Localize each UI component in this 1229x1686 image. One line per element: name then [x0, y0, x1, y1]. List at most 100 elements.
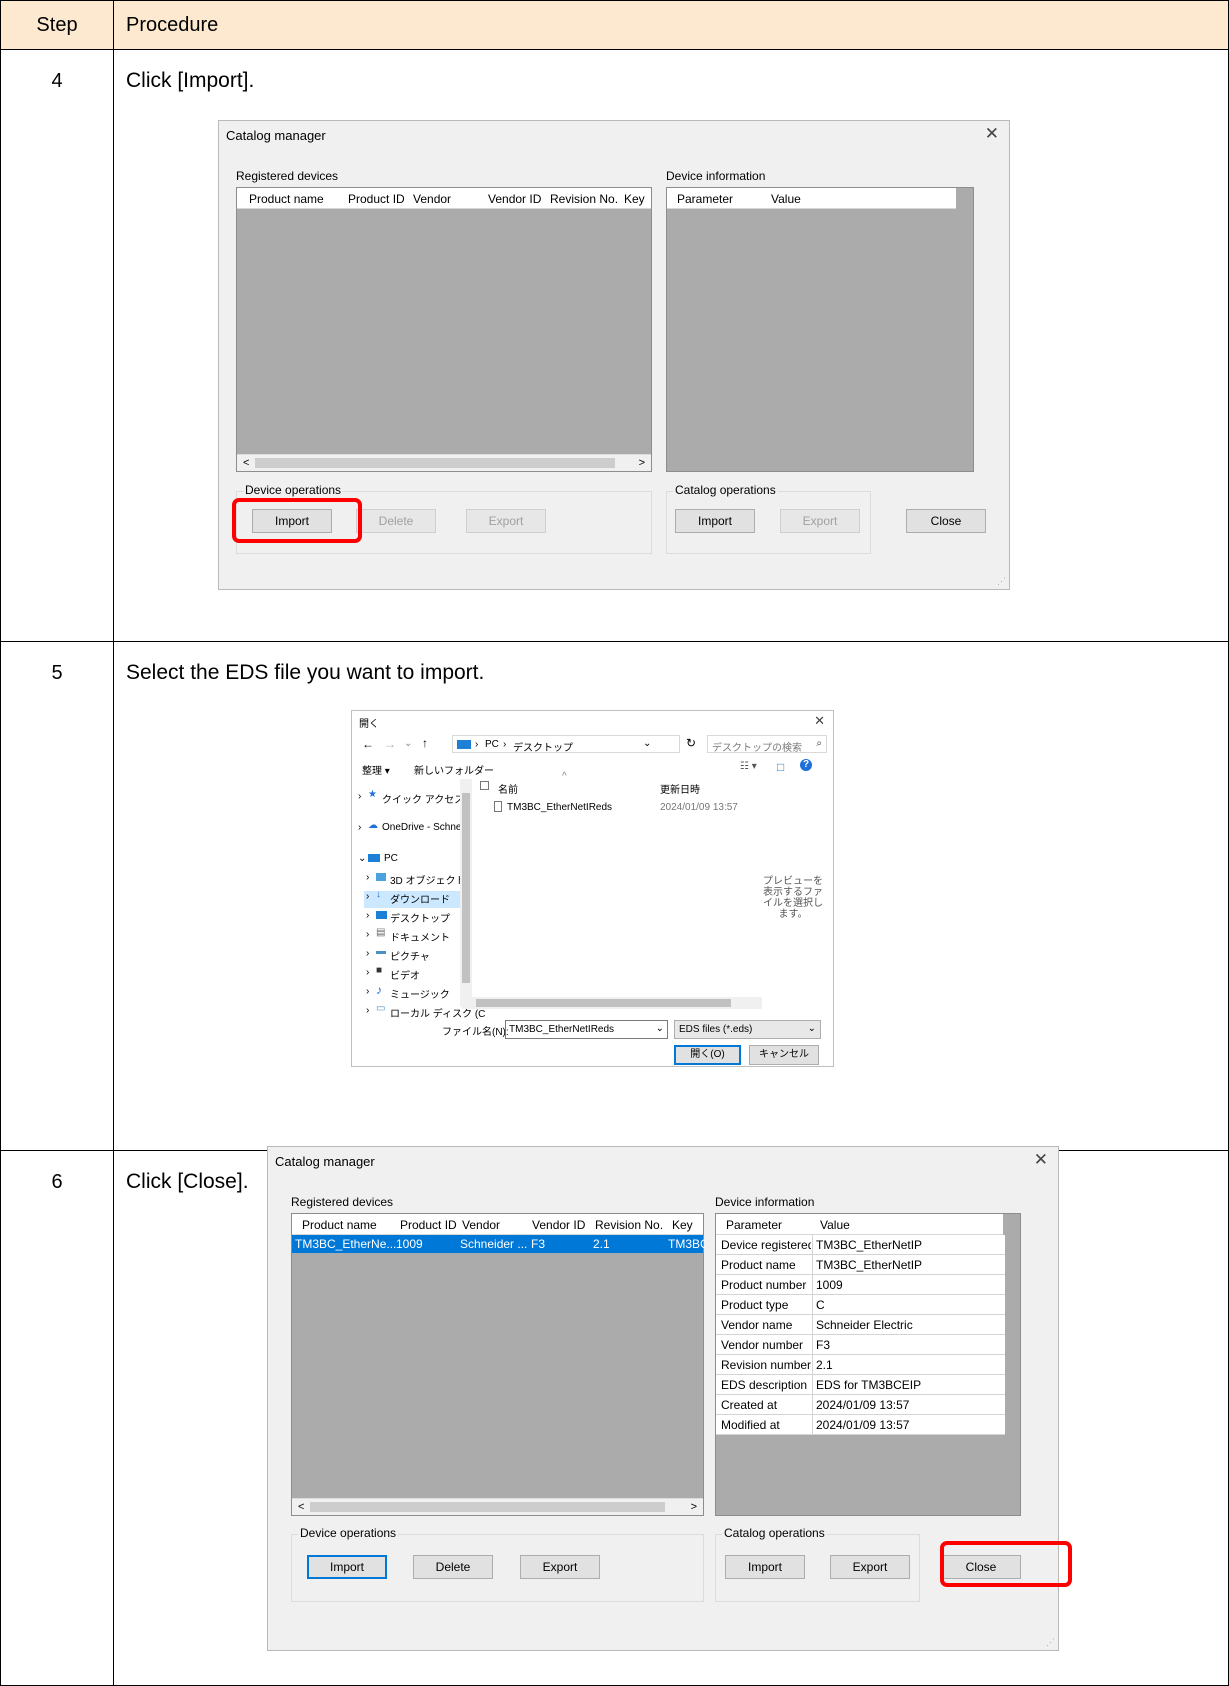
nav-item-onedrive[interactable]: OneDrive - Schnei — [382, 822, 464, 833]
column-header[interactable]: Vendor ID — [488, 192, 541, 206]
import-button[interactable]: Import — [307, 1555, 387, 1579]
table-row[interactable]: Created at 2024/01/09 13:57 — [716, 1395, 1005, 1415]
expand-icon[interactable]: › — [366, 872, 369, 883]
table-row[interactable]: Revision number 2.1 — [716, 1355, 1005, 1375]
organize-menu[interactable]: 整理 ▾ — [362, 762, 390, 777]
vertical-scrollbar[interactable] — [460, 779, 472, 1007]
column-header[interactable]: Value — [771, 192, 801, 206]
nav-item-music[interactable]: ミュージック — [390, 986, 450, 1001]
table-row[interactable]: Modified at 2024/01/09 13:57 — [716, 1415, 1005, 1435]
column-header[interactable]: Value — [820, 1218, 850, 1232]
nav-item-desktop[interactable]: デスクトップ — [390, 910, 450, 925]
delete-button[interactable]: Delete — [413, 1555, 493, 1579]
column-header[interactable]: Vendor — [413, 192, 451, 206]
new-folder-button[interactable]: 新しいフォルダー — [414, 762, 494, 777]
expand-icon[interactable]: › — [358, 791, 361, 802]
table-row[interactable]: Product name TM3BC_EtherNetIP — [716, 1255, 1005, 1275]
help-icon[interactable]: ? — [800, 759, 812, 771]
collapse-icon[interactable]: ⌄ — [358, 853, 366, 864]
registered-devices-list[interactable]: Product name Product ID Vendor Vendor ID… — [291, 1213, 705, 1516]
column-header[interactable]: Key — [624, 192, 645, 206]
path-desktop[interactable]: デスクトップ — [513, 739, 573, 754]
horizontal-scrollbar[interactable] — [462, 997, 762, 1009]
resize-grip-icon[interactable]: ⋰ — [1046, 1637, 1055, 1648]
horizontal-scrollbar[interactable]: < > — [292, 1498, 703, 1515]
column-header[interactable]: Parameter — [726, 1218, 782, 1232]
resize-grip-icon[interactable]: ⋰ — [997, 576, 1006, 587]
file-item-name[interactable]: TM3BC_EtherNetIReds — [507, 802, 612, 813]
delete-button[interactable]: Delete — [356, 509, 436, 533]
nav-item-3d-objects[interactable]: 3D オブジェクト — [390, 872, 466, 887]
path-pc[interactable]: PC — [485, 739, 499, 750]
scroll-right-icon[interactable]: > — [639, 457, 645, 469]
nav-item-downloads[interactable]: ダウンロード — [390, 891, 450, 906]
table-row[interactable]: EDS description EDS for TM3BCEIP — [716, 1375, 1005, 1395]
expand-icon[interactable]: › — [366, 910, 369, 921]
column-modified[interactable]: 更新日時 — [660, 781, 700, 796]
filename-input[interactable]: TM3BC_EtherNetIReds ⌄ — [505, 1020, 668, 1039]
scroll-right-icon[interactable]: > — [691, 1501, 697, 1513]
nav-item-pictures[interactable]: ピクチャ — [390, 948, 430, 963]
table-row[interactable]: Product type C — [716, 1295, 1005, 1315]
column-header[interactable]: Product ID — [348, 192, 405, 206]
expand-icon[interactable]: › — [366, 891, 369, 902]
close-icon[interactable]: ✕ — [814, 713, 825, 729]
table-row[interactable]: Device registered... TM3BC_EtherNetIP — [716, 1235, 1005, 1255]
expand-icon[interactable]: › — [366, 948, 369, 959]
export-button[interactable]: Export — [466, 509, 546, 533]
column-name[interactable]: 名前 — [498, 781, 518, 796]
scroll-thumb[interactable] — [462, 793, 470, 983]
up-icon[interactable]: ↑ — [422, 736, 428, 750]
column-header[interactable]: Revision No. — [595, 1218, 663, 1232]
device-information-list[interactable]: Parameter Value Device registered... TM3B… — [715, 1213, 1021, 1516]
filename-dropdown-icon[interactable]: ⌄ — [656, 1023, 664, 1034]
table-row[interactable]: Vendor name Schneider Electric — [716, 1315, 1005, 1335]
expand-icon[interactable]: › — [366, 986, 369, 997]
filetype-select[interactable]: EDS files (*.eds) ⌄ — [674, 1020, 821, 1039]
expand-icon[interactable]: › — [366, 1005, 369, 1016]
nav-item-quick-access[interactable]: クイック アクセス — [382, 791, 464, 806]
export-button[interactable]: Export — [520, 1555, 600, 1579]
refresh-icon[interactable]: ↻ — [686, 736, 696, 750]
forward-icon[interactable]: → — [384, 737, 396, 751]
catalog-export-button[interactable]: Export — [780, 509, 860, 533]
registered-devices-list[interactable]: Product name Product ID Vendor Vendor ID… — [236, 187, 652, 472]
view-options-icon[interactable]: ☷ ▾ — [740, 761, 757, 772]
close-icon[interactable]: ✕ — [1034, 1150, 1048, 1170]
address-dropdown-icon[interactable]: ⌄ — [643, 738, 651, 749]
scroll-thumb[interactable] — [310, 1502, 665, 1512]
column-header[interactable]: Parameter — [677, 192, 733, 206]
cancel-button[interactable]: キャンセル — [749, 1045, 819, 1065]
close-icon[interactable]: ✕ — [985, 124, 999, 144]
expand-icon[interactable]: › — [366, 929, 369, 940]
horizontal-scrollbar[interactable]: < > — [237, 454, 651, 471]
column-header[interactable]: Product name — [249, 192, 324, 206]
open-button[interactable]: 開く(O) — [674, 1045, 741, 1065]
search-input[interactable]: デスクトップの検索 ⌕ — [707, 735, 827, 754]
column-header[interactable]: Product ID — [400, 1218, 457, 1232]
expand-icon[interactable]: › — [358, 822, 361, 833]
back-icon[interactable]: ← — [362, 737, 374, 751]
close-button[interactable]: Close — [906, 509, 986, 533]
device-information-list[interactable]: Parameter Value — [666, 187, 974, 472]
column-header[interactable]: Vendor ID — [532, 1218, 585, 1232]
scroll-left-icon[interactable]: < — [243, 457, 249, 469]
column-header[interactable]: Key — [672, 1218, 693, 1232]
table-row[interactable]: Vendor number F3 — [716, 1335, 1005, 1355]
scroll-thumb[interactable] — [476, 999, 731, 1007]
scroll-thumb[interactable] — [255, 458, 615, 468]
nav-item-videos[interactable]: ビデオ — [390, 967, 420, 982]
address-bar[interactable]: › PC › デスクトップ ⌄ — [452, 735, 680, 754]
select-all-checkbox[interactable] — [480, 781, 489, 790]
table-row[interactable]: Product number 1009 — [716, 1275, 1005, 1295]
catalog-import-button[interactable]: Import — [675, 509, 755, 533]
catalog-export-button[interactable]: Export — [830, 1555, 910, 1579]
column-header[interactable]: Revision No. — [550, 192, 618, 206]
scroll-left-icon[interactable]: < — [298, 1501, 304, 1513]
filetype-dropdown-icon[interactable]: ⌄ — [808, 1023, 816, 1034]
preview-pane-icon[interactable]: □ — [777, 760, 784, 774]
table-row[interactable]: TM3BC_EtherNe... 1009 Schneider ... F3 2… — [292, 1235, 705, 1253]
column-header[interactable]: Product name — [302, 1218, 377, 1232]
history-dropdown-icon[interactable]: ⌄ — [404, 738, 412, 749]
catalog-import-button[interactable]: Import — [725, 1555, 805, 1579]
